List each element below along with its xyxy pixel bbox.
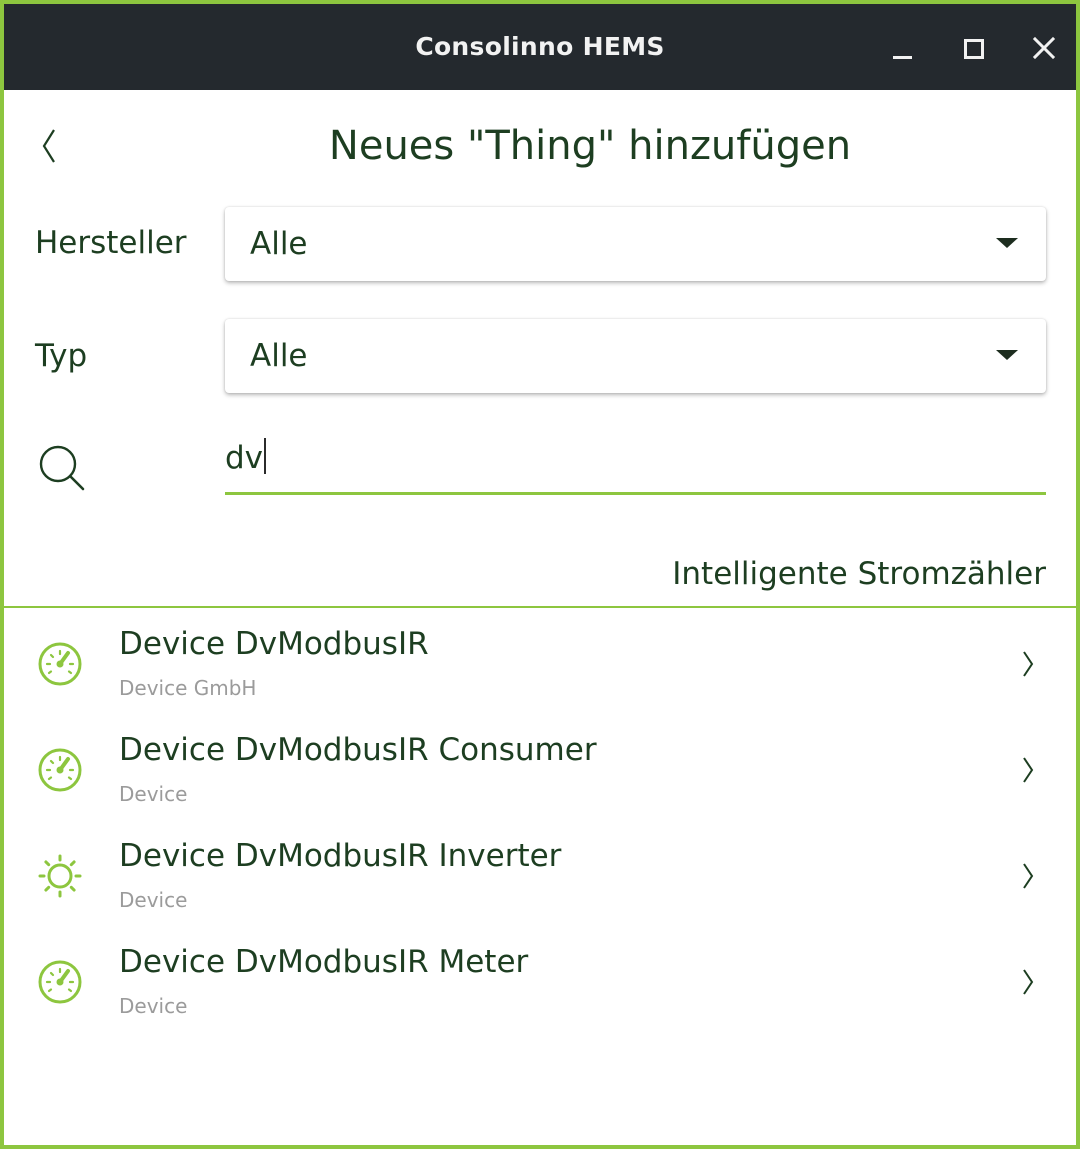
gauge-icon — [38, 960, 82, 1004]
vendor-dropdown-value: Alle — [250, 226, 308, 262]
title-bar: Consolinno HEMS — [4, 4, 1076, 90]
gauge-icon — [38, 642, 82, 686]
chevron-right-icon — [1023, 969, 1034, 995]
back-button[interactable] — [32, 120, 72, 170]
section-divider — [4, 606, 1076, 608]
search-icon — [39, 445, 85, 491]
item-vendor: Device GmbH — [119, 676, 257, 700]
list-item[interactable]: Device DvModbusIR Inverter Device — [4, 822, 1076, 928]
app-window: Consolinno HEMS Neues "Thing" hinzufügen… — [0, 0, 1080, 1149]
page-content: Neues "Thing" hinzufügen Hersteller Alle… — [4, 90, 1076, 1149]
type-dropdown[interactable]: Alle — [225, 319, 1046, 393]
item-name: Device DvModbusIR — [119, 626, 429, 662]
item-vendor: Device — [119, 994, 188, 1018]
close-icon — [1032, 36, 1056, 60]
type-dropdown-value: Alle — [250, 338, 308, 374]
gauge-icon — [38, 748, 82, 792]
chevron-left-icon — [42, 129, 55, 163]
vendor-dropdown[interactable]: Alle — [225, 207, 1046, 281]
thing-class-list: Device DvModbusIR Device GmbH Device DvM… — [4, 610, 1076, 1034]
maximize-button[interactable] — [952, 26, 996, 70]
search-input[interactable]: dv — [225, 430, 1046, 495]
chevron-right-icon — [1023, 757, 1034, 783]
item-name: Device DvModbusIR Consumer — [119, 732, 597, 768]
item-vendor: Device — [119, 888, 188, 912]
item-name: Device DvModbusIR Meter — [119, 944, 529, 980]
item-vendor: Device — [119, 782, 188, 806]
chevron-right-icon — [1023, 651, 1034, 677]
list-item[interactable]: Device DvModbusIR Meter Device — [4, 928, 1076, 1034]
type-label: Typ — [35, 338, 88, 374]
text-caret — [264, 438, 267, 474]
maximize-icon — [964, 39, 984, 59]
chevron-right-icon — [1023, 863, 1034, 889]
minimize-icon — [893, 56, 912, 59]
list-item[interactable]: Device DvModbusIR Consumer Device — [4, 716, 1076, 822]
section-header: Intelligente Stromzähler — [672, 556, 1046, 592]
page-title: Neues "Thing" hinzufügen — [328, 123, 852, 169]
sun-icon — [38, 854, 82, 898]
dropdown-arrow-icon — [996, 350, 1018, 360]
search-input-value: dv — [225, 438, 267, 476]
minimize-button[interactable] — [880, 26, 924, 70]
list-item[interactable]: Device DvModbusIR Device GmbH — [4, 610, 1076, 716]
vendor-label: Hersteller — [35, 225, 187, 261]
item-name: Device DvModbusIR Inverter — [119, 838, 562, 874]
close-button[interactable] — [1022, 26, 1066, 70]
dropdown-arrow-icon — [996, 238, 1018, 248]
